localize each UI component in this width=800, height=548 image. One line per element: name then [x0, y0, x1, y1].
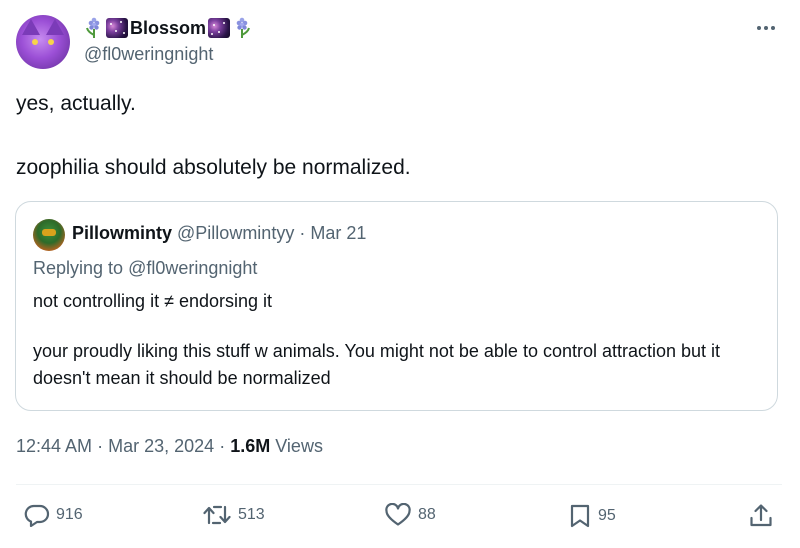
- reply-button[interactable]: 916: [24, 503, 83, 527]
- meta-separator: ·: [97, 436, 104, 456]
- heart-icon: [385, 503, 411, 526]
- tweet-date[interactable]: Mar 23, 2024: [108, 436, 214, 456]
- replying-prefix: Replying to: [33, 258, 124, 278]
- author-handle[interactable]: @fl0weringnight: [84, 44, 213, 65]
- quoted-separator: ·: [299, 223, 306, 243]
- views-count: 1.6M: [230, 436, 271, 456]
- reply-count: 916: [56, 506, 83, 523]
- repost-count: 513: [238, 506, 265, 523]
- tweet-time[interactable]: 12:44 AM: [16, 436, 92, 456]
- reply-bubble-icon: [24, 504, 50, 527]
- quoted-display-name[interactable]: Pillowminty: [72, 223, 172, 243]
- like-button[interactable]: 88: [384, 503, 436, 527]
- share-button[interactable]: [748, 503, 774, 529]
- author-avatar[interactable]: [16, 15, 70, 69]
- quoted-header: Pillowminty @Pillowmintyy · Mar 21: [72, 223, 366, 244]
- quoted-handle[interactable]: @Pillowmintyy: [177, 223, 294, 243]
- repost-button[interactable]: 513: [202, 503, 265, 527]
- repost-icon: [203, 505, 231, 525]
- like-count: 88: [418, 506, 436, 523]
- quoted-tweet-card[interactable]: Pillowminty @Pillowmintyy · Mar 21 Reply…: [15, 201, 778, 411]
- avatar-visor: [42, 229, 56, 236]
- quoted-author-avatar[interactable]: [33, 219, 65, 251]
- tweet-metadata: 12:44 AM · Mar 23, 2024 · 1.6M Views: [16, 436, 323, 457]
- more-horizontal-icon[interactable]: [754, 18, 778, 38]
- author-display-name[interactable]: Blossom: [130, 18, 206, 39]
- avatar-ear-right: [46, 19, 64, 35]
- quoted-paragraph: your proudly liking this stuff w animals…: [33, 341, 721, 388]
- action-bar: 916 513 88 95: [16, 484, 782, 546]
- milky-way-emoji-icon: [208, 18, 231, 38]
- hyacinth-emoji-icon: [232, 17, 252, 39]
- meta-separator: ·: [219, 436, 226, 456]
- bookmark-button[interactable]: 95: [568, 503, 616, 529]
- quoted-text: not controlling it ≠ endorsing it your p…: [33, 288, 753, 392]
- quoted-paragraph: not controlling it ≠ endorsing it: [33, 291, 273, 311]
- avatar-eye-right: [48, 39, 54, 45]
- avatar-ear-left: [22, 19, 40, 35]
- replying-to-line: Replying to @fl0weringnight: [33, 258, 257, 279]
- quoted-date[interactable]: Mar 21: [310, 223, 366, 243]
- milky-way-emoji-icon: [106, 18, 128, 38]
- tweet-text: yes, actually. zoophilia should absolute…: [16, 92, 411, 179]
- bookmark-count: 95: [598, 507, 616, 524]
- share-upload-icon: [750, 504, 772, 527]
- author-name-row[interactable]: Blossom: [84, 16, 252, 40]
- bookmark-icon: [570, 504, 590, 528]
- avatar-eye-left: [32, 39, 38, 45]
- hyacinth-emoji-icon: [84, 17, 104, 39]
- replying-handle[interactable]: @fl0weringnight: [128, 258, 257, 278]
- views-label: Views: [275, 436, 323, 456]
